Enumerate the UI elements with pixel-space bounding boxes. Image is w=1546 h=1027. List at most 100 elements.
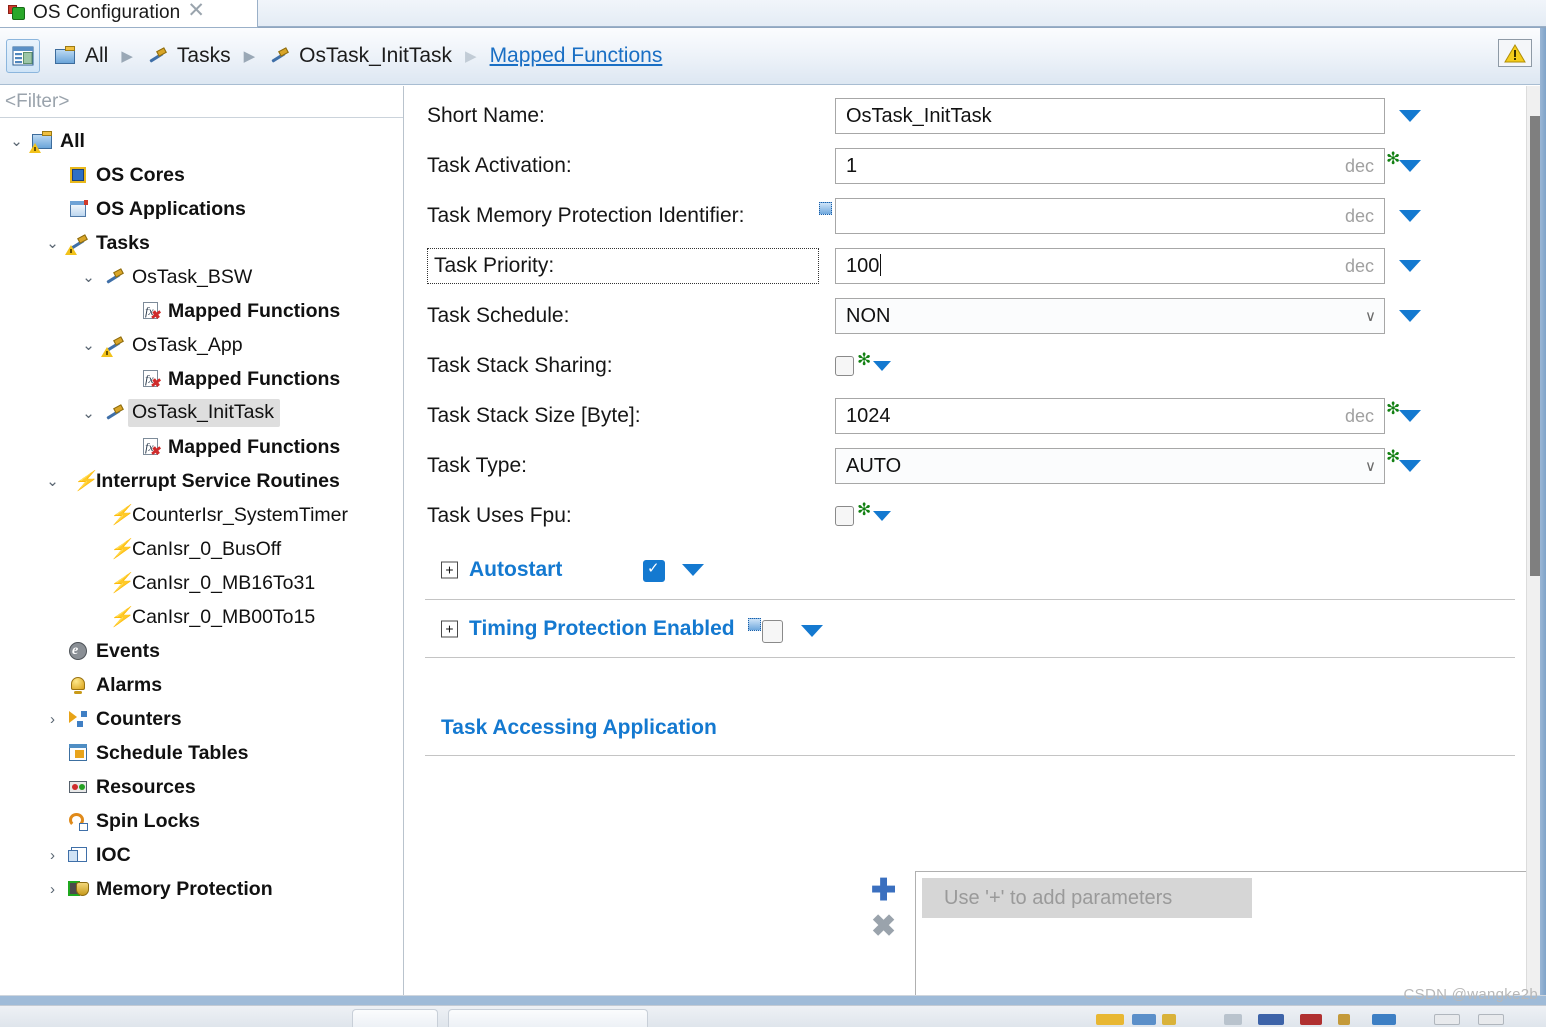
task-stack-sharing-checkbox[interactable] (835, 356, 854, 376)
tree-item-os-cores[interactable]: OS Cores (0, 158, 403, 192)
breadcrumb-item-all[interactable]: All (54, 44, 108, 68)
task-stack-size-input[interactable]: 1024 dec (835, 398, 1385, 434)
task-activation-label: Task Activation: (427, 154, 572, 177)
taskbar-icon[interactable] (1478, 1014, 1504, 1025)
taskbar-tile[interactable] (352, 1009, 438, 1027)
tree-item-label: Mapped Functions (168, 299, 341, 322)
timing-protection-dropdown-arrow[interactable] (801, 625, 823, 637)
task-uses-fpu-checkbox[interactable] (835, 506, 854, 526)
taskbar-icon[interactable] (1096, 1014, 1124, 1025)
chevron-right-icon[interactable]: › (40, 711, 65, 728)
task-schedule-select[interactable]: NON ∨ (835, 298, 1385, 334)
tree-item-label: OsTask_InitTask (128, 399, 280, 427)
short-name-dropdown-arrow[interactable] (1399, 110, 1421, 122)
chevron-right-icon[interactable]: › (40, 847, 65, 864)
chevron-down-icon[interactable]: ⌄ (76, 404, 101, 422)
tab-os-configuration[interactable]: OS Configuration ✕ (0, 0, 258, 28)
tree-item-label: CanIsr_0_MB00To15 (132, 605, 316, 628)
chevron-right-icon[interactable]: › (40, 881, 65, 898)
tree-item-memory-protection[interactable]: › Memory Protection (0, 872, 403, 906)
tree-item-tasks[interactable]: ⌄ Tasks (0, 226, 403, 260)
tree-item-ioc[interactable]: › IOC (0, 838, 403, 872)
taskbar-tile[interactable] (448, 1009, 648, 1027)
tree-item-interrupt-service-routines[interactable]: ⌄ ⚡ Interrupt Service Routines (0, 464, 403, 498)
tree-item-canisr-0-busoff[interactable]: ⚡ CanIsr_0_BusOff (0, 532, 403, 566)
task-memory-protection-identifier-dropdown-arrow[interactable] (1399, 210, 1421, 222)
taskbar-icon[interactable] (1372, 1014, 1396, 1025)
tree-item-mapped-functions[interactable]: fx ✖ Mapped Functions (0, 294, 403, 328)
autostart-dropdown-arrow[interactable] (682, 564, 704, 576)
tree-item-ostask-inittask[interactable]: ⌄ OsTask_InitTask (0, 396, 403, 430)
task-activation-dropdown-arrow[interactable] (1399, 160, 1421, 172)
window-right-edge (1540, 28, 1546, 996)
field-row-task-activation: Task Activation: 1 dec ✻ (405, 141, 1546, 191)
field-row-task-memory-protection-identifier: Task Memory Protection Identifier: dec (405, 191, 1546, 241)
tree-item-canisr-0-mb16to31[interactable]: ⚡ CanIsr_0_MB16To31 (0, 566, 403, 600)
tree-item-counters[interactable]: › Counters (0, 702, 403, 736)
short-name-input[interactable]: OsTask_InitTask (835, 98, 1385, 134)
taskbar-icon[interactable] (1338, 1014, 1350, 1025)
tree-item-all[interactable]: ⌄ All (0, 124, 403, 158)
close-icon[interactable]: ✕ (187, 0, 205, 21)
timing-protection-checkbox[interactable] (762, 620, 783, 643)
chevron-down-icon[interactable]: ⌄ (4, 132, 29, 150)
chevron-down-icon[interactable]: ⌄ (40, 234, 65, 252)
hammer-icon (101, 267, 127, 287)
parameter-list[interactable]: Use '+' to add parameters (915, 871, 1546, 996)
taskbar-icon[interactable] (1162, 1014, 1176, 1025)
tree-item-events[interactable]: e Events (0, 634, 403, 668)
tree-item-ostask-bsw[interactable]: ⌄ OsTask_BSW (0, 260, 403, 294)
tree-item-label: Spin Locks (96, 809, 201, 832)
task-schedule-label: Task Schedule: (427, 304, 570, 327)
hammer-icon (146, 46, 168, 66)
tree-item-counterisr-systemtimer[interactable]: ⚡ CounterIsr_SystemTimer (0, 498, 403, 532)
taskbar-icon[interactable] (1300, 1014, 1322, 1025)
task-uses-fpu-dropdown-arrow[interactable] (873, 511, 891, 521)
tree-item-os-applications[interactable]: OS Applications (0, 192, 403, 226)
taskbar-icon[interactable] (1258, 1014, 1284, 1025)
task-stack-size-dropdown-arrow[interactable] (1399, 410, 1421, 422)
field-row-task-uses-fpu: Task Uses Fpu: ✻ (405, 491, 1546, 541)
tree-item-canisr-0-mb00to15[interactable]: ⚡ CanIsr_0_MB00To15 (0, 600, 403, 634)
task-type-dropdown-arrow[interactable] (1399, 460, 1421, 472)
task-priority-input[interactable]: 100 dec (835, 248, 1385, 284)
tree-item-resources[interactable]: Resources (0, 770, 403, 804)
chevron-down-icon[interactable]: ⌄ (76, 268, 101, 286)
configuration-tree: ⌄ All OS Cores OS Applications ⌄ Tasks ⌄ OsTask… (0, 118, 403, 906)
hammer-warning-icon (101, 335, 127, 357)
task-activation-input[interactable]: 1 dec (835, 148, 1385, 184)
resource-icon (65, 777, 91, 797)
taskbar-icon[interactable] (1434, 1014, 1460, 1025)
breadcrumb-link-mapped-functions[interactable]: Mapped Functions (490, 44, 663, 68)
tree-item-schedule-tables[interactable]: Schedule Tables (0, 736, 403, 770)
expand-autostart-icon[interactable]: + (441, 561, 458, 579)
task-memory-protection-identifier-input[interactable]: dec (835, 198, 1385, 234)
expand-timing-protection-icon[interactable]: + (441, 620, 458, 638)
watermark: CSDN @wangke2b (1403, 986, 1538, 1003)
tree-item-spin-locks[interactable]: Spin Locks (0, 804, 403, 838)
tree-item-label: Memory Protection (96, 877, 273, 900)
warning-triangle-icon[interactable] (1498, 39, 1532, 67)
taskbar-icon[interactable] (1224, 1014, 1242, 1025)
autostart-label: Autostart (469, 558, 563, 581)
add-parameter-icon[interactable]: ✚ (871, 876, 896, 906)
tree-item-mapped-functions[interactable]: fx ✖ Mapped Functions (0, 362, 403, 396)
tree-item-ostask-app[interactable]: ⌄ OsTask_App (0, 328, 403, 362)
hammer-icon (268, 46, 290, 66)
remove-parameter-icon[interactable]: ✖ (871, 912, 896, 942)
tree-item-mapped-functions[interactable]: fx ✖ Mapped Functions (0, 430, 403, 464)
chevron-down-icon[interactable]: ⌄ (40, 472, 65, 490)
task-type-select[interactable]: AUTO ∨ (835, 448, 1385, 484)
taskbar-icon[interactable] (1132, 1014, 1156, 1025)
task-stack-sharing-dropdown-arrow[interactable] (873, 361, 891, 371)
chevron-down-icon[interactable]: ⌄ (76, 336, 101, 354)
filter-input[interactable]: <Filter> (0, 86, 403, 118)
autostart-checkbox[interactable] (643, 559, 665, 582)
tree-item-label: Interrupt Service Routines (96, 469, 340, 492)
task-priority-dropdown-arrow[interactable] (1399, 260, 1421, 272)
task-schedule-dropdown-arrow[interactable] (1399, 310, 1421, 322)
breadcrumb-item-ostask-inittask[interactable]: OsTask_InitTask (268, 44, 452, 68)
breadcrumb-item-tasks[interactable]: Tasks (146, 44, 231, 68)
panel-layout-icon[interactable] (6, 39, 40, 73)
tree-item-alarms[interactable]: Alarms (0, 668, 403, 702)
